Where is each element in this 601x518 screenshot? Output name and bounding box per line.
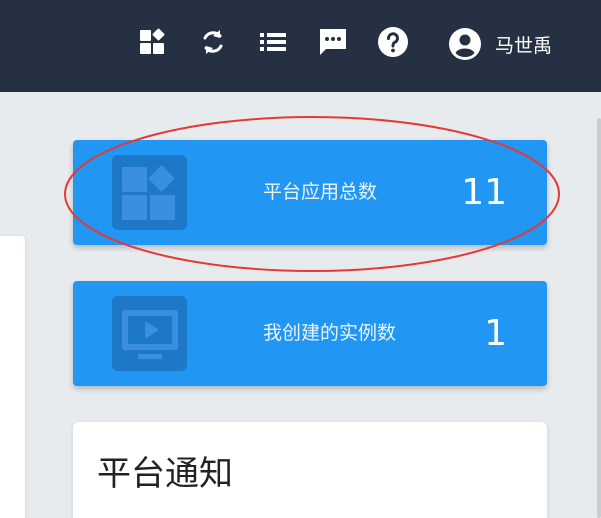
account-icon [448,27,482,61]
top-navbar: 马世禹 [0,0,601,92]
user-menu[interactable]: 马世禹 [448,26,552,62]
stat-value: 1 [484,313,507,354]
notice-title: 平台通知 [97,454,233,494]
help-icon[interactable] [377,26,409,58]
user-name: 马世禹 [495,34,553,57]
message-icon[interactable] [317,26,349,58]
content-panel [0,236,25,518]
apps-icon[interactable] [137,26,169,58]
notice-card: 平台通知 [73,422,547,518]
apps-icon [112,155,187,230]
stat-card-apps[interactable]: 平台应用总数 11 [73,140,547,245]
scrollbar-thumb[interactable] [597,118,601,518]
stat-label: 我创建的实例数 [263,322,397,344]
stat-card-instances[interactable]: 我创建的实例数 1 [73,281,547,386]
list-icon[interactable] [257,26,289,58]
monitor-play-icon [112,296,187,371]
refresh-icon[interactable] [197,26,229,58]
stat-value: 11 [461,172,507,213]
stat-label: 平台应用总数 [263,181,378,203]
